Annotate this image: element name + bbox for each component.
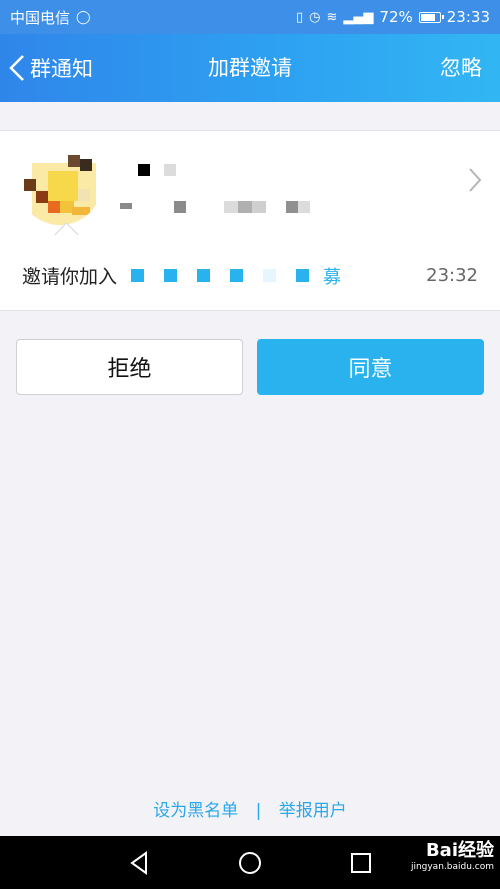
invite-time: 23:32	[426, 265, 478, 286]
accept-button[interactable]: 同意	[257, 339, 484, 395]
footer-separator: |	[255, 801, 262, 821]
ignore-button[interactable]: 忽略	[440, 34, 482, 102]
inviter-card[interactable]	[0, 130, 500, 242]
battery-icon	[418, 11, 444, 23]
report-user-link[interactable]: 举报用户	[279, 801, 347, 821]
signal-icon: ▂▄▆	[343, 9, 374, 25]
back-triangle-icon[interactable]	[126, 850, 152, 876]
baidu-watermark: Bai经验 jingyan.baidu.com	[411, 842, 494, 872]
carrier-label: 中国电信	[10, 8, 71, 27]
wifi-icon: ≋	[326, 9, 338, 25]
group-name-obscured: 募	[131, 263, 341, 289]
back-label: 群通知	[30, 57, 93, 81]
invite-text: 邀请你加入	[22, 266, 118, 288]
watermark-brand: Bai经验	[425, 840, 494, 861]
chevron-left-icon	[9, 55, 24, 81]
group-name-tail: 募	[323, 266, 342, 288]
battery-percent: 72%	[379, 8, 413, 26]
footer-links: 设为黑名单 | 举报用户	[0, 796, 500, 821]
invite-row: 邀请你加入 募 23:32	[0, 241, 500, 311]
inviter-name-obscured	[120, 159, 340, 219]
reject-button[interactable]: 拒绝	[16, 339, 243, 395]
status-bar: 中国电信 ◯ ▯ ◷ ≋ ▂▄▆ 72% 23:33	[0, 0, 500, 34]
status-time: 23:33	[446, 8, 490, 26]
home-circle-icon[interactable]	[237, 850, 263, 876]
recents-square-icon[interactable]	[348, 850, 374, 876]
vibrate-icon: ▯	[296, 9, 304, 25]
qq-notification-icon: ◯	[76, 9, 91, 25]
nav-bar: 群通知 加群邀请 忽略	[0, 34, 500, 102]
back-button[interactable]: 群通知	[8, 34, 93, 102]
system-nav-bar: Bai经验 jingyan.baidu.com	[0, 836, 500, 889]
blacklist-link[interactable]: 设为黑名单	[153, 801, 238, 821]
watermark-url: jingyan.baidu.com	[410, 862, 494, 872]
avatar[interactable]	[18, 141, 102, 225]
chevron-right-icon	[469, 168, 482, 192]
alarm-icon: ◷	[309, 9, 321, 25]
